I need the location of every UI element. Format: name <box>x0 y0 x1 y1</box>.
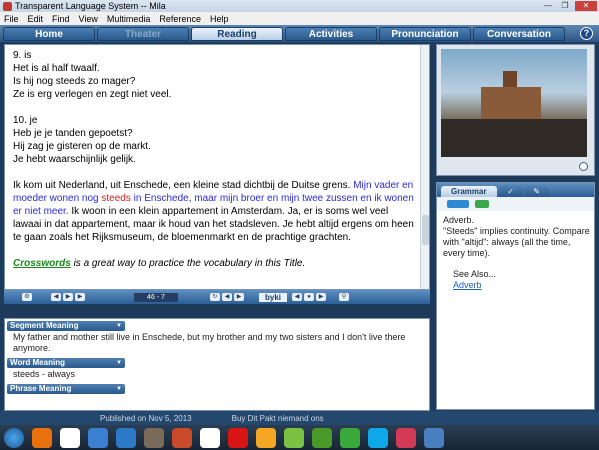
image-icon[interactable] <box>144 427 164 448</box>
reading-line[interactable]: Hij zag je gisteren op de markt. <box>13 140 417 153</box>
start-button[interactable] <box>4 427 24 448</box>
menu-help[interactable]: Help <box>210 14 229 24</box>
chevron-down-icon: ▼ <box>116 386 122 392</box>
menu-find[interactable]: Find <box>52 14 70 24</box>
menu-bar: File Edit Find View Multimedia Reference… <box>0 12 599 25</box>
blue-tool-icon[interactable] <box>447 200 469 208</box>
chevron-down-icon: ▼ <box>116 323 122 329</box>
segment-meaning-text: My father and mother still live in Ensch… <box>13 332 406 353</box>
grammar-content: Adverb. "Steeds" implies continuity. Com… <box>437 211 594 291</box>
taskbar <box>0 425 599 450</box>
mail-agent-icon[interactable] <box>256 427 276 448</box>
yandex-browser-icon[interactable] <box>228 427 248 448</box>
tab-activities[interactable]: Activities <box>285 26 377 41</box>
reading-line[interactable]: Is hij nog steeds zo mager? <box>13 75 417 88</box>
adverb-link[interactable]: Adverb <box>453 280 482 290</box>
zoom-icon[interactable]: ⚲ <box>339 293 349 301</box>
tab-home[interactable]: Home <box>3 26 95 41</box>
amsterdam-photo <box>441 49 587 157</box>
media-panel <box>436 44 595 176</box>
grammar-body: "Steeds" implies continuity. Compare wit… <box>443 226 590 258</box>
byki-button[interactable]: byki <box>259 292 287 302</box>
menu-reference[interactable]: Reference <box>159 14 201 24</box>
menu-multimedia[interactable]: Multimedia <box>107 14 151 24</box>
reading-paragraph: Ik kom uit Nederland, uit Enschede, een … <box>13 179 417 244</box>
grammar-tabs: Grammar ✓ ✎ <box>437 183 594 197</box>
grammar-title: Adverb. <box>443 215 475 225</box>
torrent-icon[interactable] <box>340 427 360 448</box>
crosswords-line: Crosswords is a great way to practice th… <box>13 257 417 270</box>
scroll-thumb[interactable] <box>422 215 429 245</box>
menu-file[interactable]: File <box>4 14 19 24</box>
step-back-icon[interactable]: ◀ <box>222 293 232 301</box>
title-bar: Transparent Language System -- Mila — ❐ … <box>0 0 599 12</box>
speaker-icon[interactable] <box>88 427 108 448</box>
reading-line[interactable]: Je hebt waarschijnlijk gelijk. <box>13 153 417 166</box>
download-icon[interactable] <box>312 427 332 448</box>
app-icon <box>3 1 12 11</box>
crosswords-tail: is a great way to practice the vocabular… <box>73 258 306 269</box>
chrome-icon[interactable] <box>200 427 220 448</box>
yandex-icon[interactable] <box>60 427 80 448</box>
segment-text[interactable]: Ik woon in een klein appartement in Amst… <box>13 206 414 243</box>
media-player-icon[interactable] <box>172 427 192 448</box>
restore-icon[interactable]: ❐ <box>558 1 572 11</box>
reading-pane: 9. is Het is al half twaalf. Is hij nog … <box>4 44 430 290</box>
phrase-meaning-header[interactable]: Phrase Meaning ▼ <box>7 384 125 394</box>
chat-icon[interactable] <box>396 427 416 448</box>
reading-text: 9. is Het is al half twaalf. Is hij nog … <box>13 49 417 270</box>
segment-text[interactable]: Ik kom uit Nederland, uit Enschede, een … <box>13 180 350 191</box>
magnify-icon[interactable] <box>579 162 588 171</box>
loop-icon[interactable]: ↻ <box>210 293 220 301</box>
reading-line[interactable]: 10. je <box>13 114 417 127</box>
settings-icon[interactable]: ⚙ <box>22 293 32 301</box>
main-tabs: Home Theater Reading Activities Pronunci… <box>0 25 599 42</box>
player-bar: ⚙ ◀ ▶ ▶ 46 - 7 ↻ ◀ ▶ byki ◀ ● ▶ ⚲ <box>4 290 430 304</box>
segment-counter: 46 - 7 <box>134 292 178 302</box>
word-icon[interactable] <box>116 427 136 448</box>
minimize-icon[interactable]: — <box>541 1 555 11</box>
firefox-icon[interactable] <box>32 427 52 448</box>
forward-icon[interactable]: ▶ <box>75 293 85 301</box>
tab-theater: Theater <box>97 26 189 41</box>
tab-pronunciation[interactable]: Pronunciation <box>379 26 471 41</box>
meaning-pane: Segment Meaning ▼ My father and mother st… <box>4 318 430 411</box>
step-forward-icon[interactable]: ▶ <box>234 293 244 301</box>
chevron-down-icon: ▼ <box>116 360 122 366</box>
window-title: Transparent Language System -- Mila <box>15 1 166 11</box>
help-button[interactable]: ? <box>580 27 593 40</box>
transparent-language-icon[interactable] <box>424 427 444 448</box>
reading-scrollbar[interactable] <box>420 45 429 289</box>
crosswords-link[interactable]: Crosswords <box>13 258 71 269</box>
grammar-panel: Grammar ✓ ✎ Adverb. "Steeds" implies con… <box>436 182 595 410</box>
reading-line[interactable]: Het is al half twaalf. <box>13 62 417 75</box>
selected-word[interactable]: steeds <box>101 193 130 204</box>
word-meaning-text: steeds - always <box>13 369 76 379</box>
reading-line[interactable]: Ze is erg verlegen en zegt niet veel. <box>13 88 417 101</box>
close-icon[interactable]: ✕ <box>575 1 597 11</box>
rewind-icon[interactable]: ◀ <box>51 293 61 301</box>
see-also: See Also... Adverb <box>453 269 497 290</box>
grammar-toolbar <box>437 197 594 211</box>
play-icon[interactable]: ▶ <box>63 293 73 301</box>
pencil-icon[interactable]: ✎ <box>524 186 549 197</box>
word-meaning-header[interactable]: Word Meaning ▼ <box>7 358 125 368</box>
skype-icon[interactable] <box>368 427 388 448</box>
tab-grammar[interactable]: Grammar <box>441 186 497 197</box>
green-tool-icon[interactable] <box>475 200 489 208</box>
reading-line[interactable]: 9. is <box>13 49 417 62</box>
next-icon[interactable]: ▶ <box>316 293 326 301</box>
tab-conversation[interactable]: Conversation <box>473 26 565 41</box>
prev-icon[interactable]: ◀ <box>292 293 302 301</box>
menu-edit[interactable]: Edit <box>28 14 44 24</box>
background-strip: Published on Nov 5, 2013 Buy Dit Pakt ni… <box>0 411 599 425</box>
tab-reading[interactable]: Reading <box>191 26 283 41</box>
record-icon[interactable]: ● <box>304 293 314 301</box>
segment-meaning-header[interactable]: Segment Meaning ▼ <box>7 321 125 331</box>
tennis-icon[interactable] <box>284 427 304 448</box>
menu-view[interactable]: View <box>79 14 98 24</box>
reading-line[interactable]: Heb je je tanden gepoetst? <box>13 127 417 140</box>
checkmark-icon[interactable]: ✓ <box>498 186 523 197</box>
